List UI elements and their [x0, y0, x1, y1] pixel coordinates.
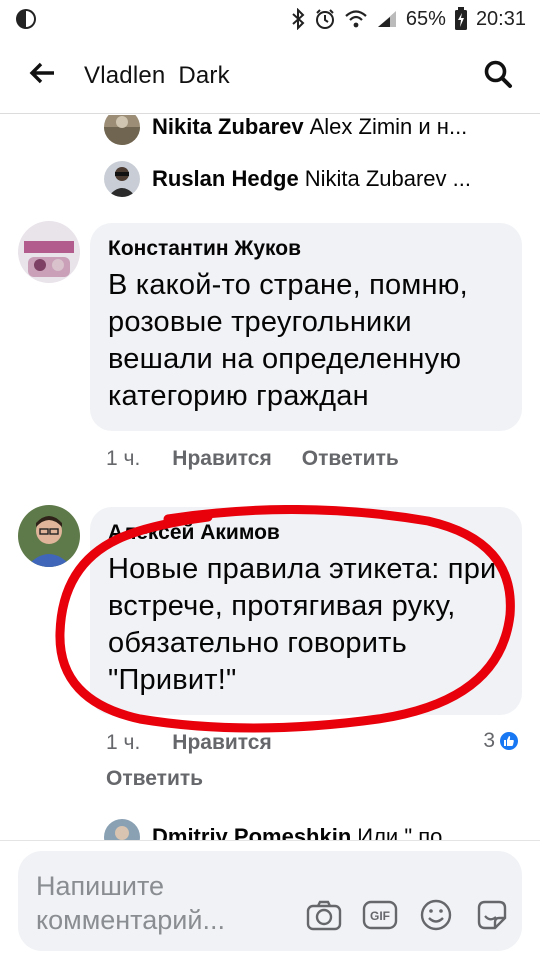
emoji-button[interactable] [416, 897, 456, 937]
comment-actions: 1 ч. Нравится Ответить [106, 447, 429, 471]
app-bar: Vladlen Dark [0, 38, 540, 114]
comment-input[interactable]: Напишите комментарий... GIF [18, 851, 522, 951]
messenger-icon [14, 7, 38, 31]
reply-button[interactable]: Ответить [302, 447, 399, 471]
wifi-icon [344, 9, 368, 29]
comment-time: 1 ч. [106, 447, 141, 470]
alarm-icon [314, 8, 336, 30]
comment-actions: 1 ч. Нравится [106, 731, 302, 755]
sticker-button[interactable] [472, 897, 512, 937]
clock: 20:31 [475, 7, 526, 30]
reaction-count[interactable]: 3 [483, 729, 520, 753]
reply-author[interactable]: Nikita Zubarev [152, 115, 304, 139]
comment-bubble[interactable]: Алексей Акимов Новые правила этикета: пр… [90, 507, 522, 715]
bluetooth-icon [290, 8, 306, 30]
reply-snippet: Или " по... [357, 824, 461, 840]
search-icon [483, 59, 513, 94]
comment-text: Новые правила этикета: при встрече, прот… [108, 553, 497, 696]
battery-percent: 65% [405, 7, 446, 30]
avatar[interactable] [104, 819, 140, 840]
reply-author[interactable]: Ruslan Hedge [152, 166, 299, 191]
thumbs-up-icon [498, 730, 520, 752]
reply-preview[interactable]: Dmitriy Pomeshkin Или " по... [104, 819, 524, 840]
comment-author[interactable]: Константин Жуков [108, 235, 504, 263]
like-button[interactable]: Нравится [172, 447, 271, 471]
reply-text: Dmitriy Pomeshkin Или " по... [152, 824, 461, 840]
comment-bubble[interactable]: Константин Жуков В какой-то стране, помн… [90, 223, 522, 431]
like-button[interactable]: Нравится [172, 731, 271, 755]
reply-preview[interactable]: Nikita Zubarev Alex Zimin и н... [104, 115, 524, 145]
avatar[interactable] [104, 115, 140, 145]
gif-button[interactable]: GIF [360, 897, 400, 937]
svg-text:GIF: GIF [370, 909, 390, 923]
avatar[interactable] [18, 505, 80, 567]
camera-icon [306, 899, 342, 936]
battery-icon [454, 7, 468, 31]
comment-time: 1 ч. [106, 731, 141, 754]
comment-composer-bar: Напишите комментарий... GIF [0, 840, 540, 960]
back-button[interactable] [0, 38, 84, 114]
search-button[interactable] [478, 56, 518, 96]
camera-button[interactable] [304, 897, 344, 937]
reply-snippet: Nikita Zubarev ... [304, 166, 471, 191]
status-indicators: 65% 20:31 [290, 7, 526, 31]
arrow-left-icon [28, 61, 56, 90]
emoji-icon [419, 898, 453, 937]
reaction-count-number: 3 [483, 729, 495, 752]
reply-preview[interactable]: Ruslan Hedge Nikita Zubarev ... [104, 161, 524, 197]
reply-author[interactable]: Dmitriy Pomeshkin [152, 824, 351, 840]
reply-button[interactable]: Ответить [106, 767, 203, 791]
reply-snippet: Alex Zimin и н... [309, 115, 468, 139]
comments-feed[interactable]: Nikita Zubarev Alex Zimin и н... Ruslan H… [0, 115, 540, 840]
comment-input-placeholder: Напишите комментарий... [36, 871, 225, 935]
reply-text: Nikita Zubarev Alex Zimin и н... [152, 115, 467, 140]
page-title: Vladlen Dark [84, 61, 230, 89]
composer-tools: GIF [304, 897, 512, 937]
sticker-icon [475, 898, 509, 937]
comment-author[interactable]: Алексей Акимов [108, 519, 504, 547]
status-bar: 65% 20:31 [0, 0, 540, 38]
gif-icon: GIF [362, 900, 398, 935]
signal-icon [376, 9, 398, 29]
comment-actions: Ответить [106, 767, 233, 791]
reply-text: Ruslan Hedge Nikita Zubarev ... [152, 166, 471, 192]
avatar[interactable] [104, 161, 140, 197]
comment-text: В какой-то стране, помню, розовые треуго… [108, 269, 468, 412]
avatar[interactable] [18, 221, 80, 283]
